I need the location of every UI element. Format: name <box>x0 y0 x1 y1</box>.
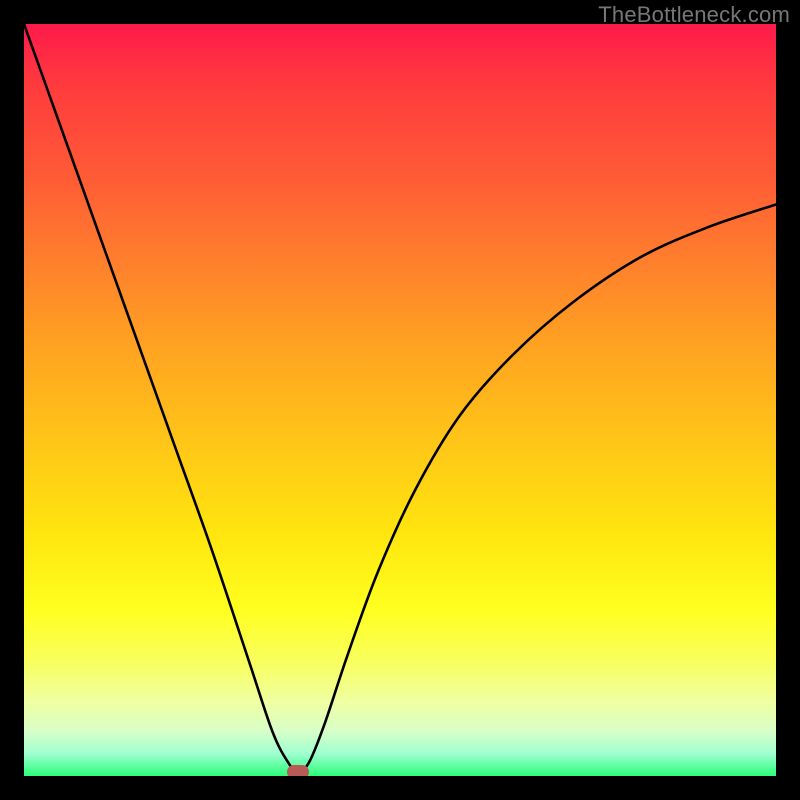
chart-frame: TheBottleneck.com <box>0 0 800 800</box>
bottleneck-curve <box>24 24 776 776</box>
watermark-text: TheBottleneck.com <box>598 2 790 28</box>
plot-area <box>24 24 776 776</box>
optimal-point-marker <box>287 765 309 776</box>
